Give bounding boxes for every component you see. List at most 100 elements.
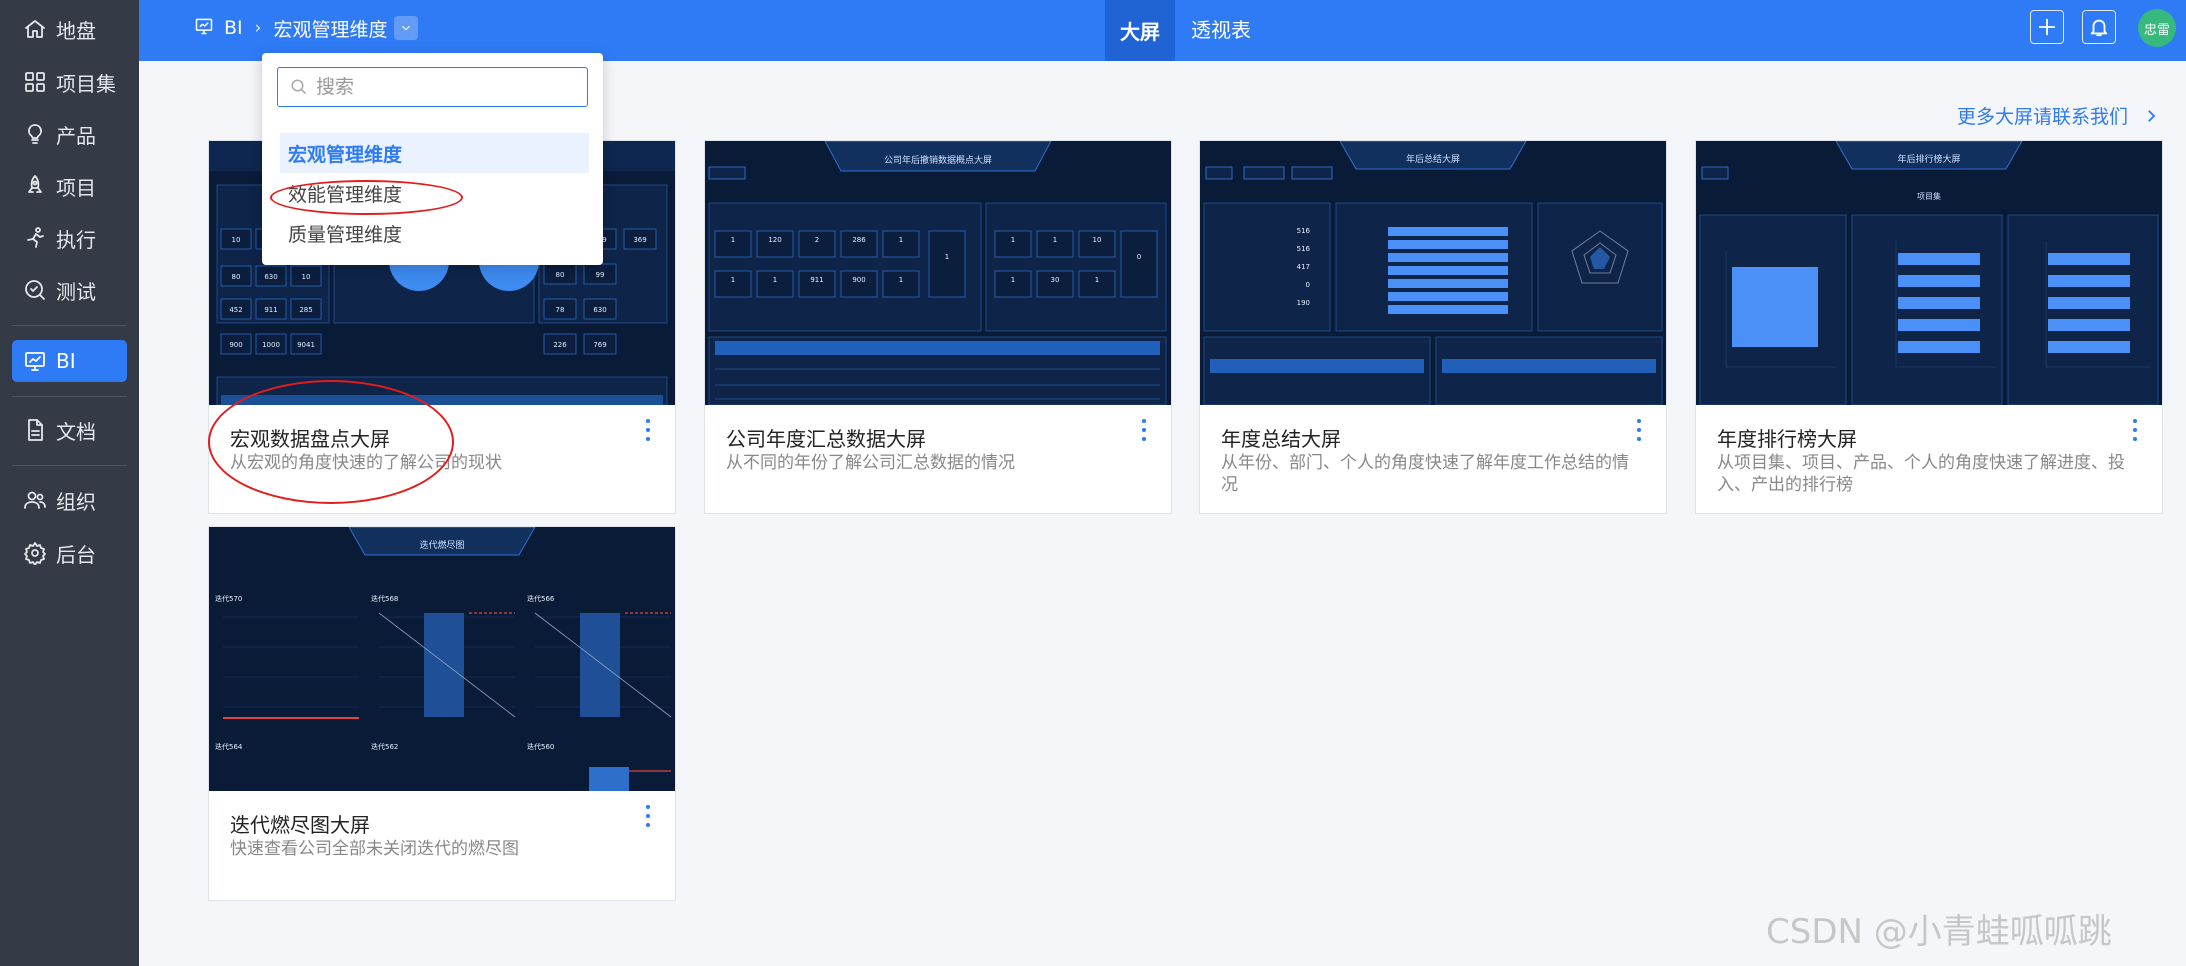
svg-text:1000: 1000 (262, 341, 280, 349)
dropdown-option-macro[interactable]: 宏观管理维度 (280, 133, 589, 173)
svg-text:迭代570: 迭代570 (215, 594, 242, 603)
card-title: 年度排行榜大屏 (1717, 427, 1857, 451)
svg-text:78: 78 (556, 306, 565, 314)
sidebar-item-label: 执行 (56, 227, 96, 252)
svg-text:0: 0 (1137, 253, 1141, 261)
sidebar-item-product[interactable]: 产品 (12, 113, 127, 155)
svg-text:286: 286 (852, 236, 866, 244)
breadcrumb: BI › 宏观管理维度 (194, 0, 419, 56)
svg-text:911: 911 (810, 276, 823, 284)
svg-text:452: 452 (229, 306, 242, 314)
svg-text:1: 1 (1011, 236, 1015, 244)
card-more-menu-icon[interactable] (2130, 417, 2140, 443)
thumb-title: 年后总结大屏 (1406, 153, 1460, 165)
breadcrumb-module[interactable]: BI (224, 17, 243, 39)
sidebar: 地盘 项目集 产品 项目 执行 测试 BI 文档 组织 后台 (0, 0, 139, 966)
card-thumbnail: 年后排行榜大屏 项目集 (1696, 141, 2162, 405)
chevron-right-icon (2148, 109, 2156, 122)
card-more-menu-icon[interactable] (643, 803, 653, 829)
sidebar-item-program[interactable]: 项目集 (12, 61, 127, 103)
sidebar-divider (12, 325, 127, 326)
notification-button[interactable] (2082, 10, 2116, 44)
dimension-dropdown-toggle[interactable] (394, 16, 419, 40)
chevron-down-icon (402, 25, 411, 31)
bulb-icon (22, 121, 48, 147)
svg-text:1: 1 (731, 236, 735, 244)
users-icon (22, 487, 48, 513)
dashboard-card-annual-summary[interactable]: 公司年后撤销数据概点大屏 1 120 2 286 1 1 1 911 900 1 1 1 1 10 0 (704, 140, 1172, 514)
svg-text:0: 0 (1306, 281, 1310, 289)
dropdown-option-quality[interactable]: 质量管理维度 (280, 213, 589, 253)
svg-text:1: 1 (773, 276, 777, 284)
svg-text:190: 190 (1297, 299, 1310, 307)
svg-text:30: 30 (1051, 276, 1060, 284)
dropdown-search-input[interactable] (316, 76, 566, 98)
svg-text:630: 630 (264, 273, 277, 281)
card-title: 宏观数据盘点大屏 (230, 427, 390, 451)
svg-text:迭代560: 迭代560 (527, 742, 554, 751)
card-description: 从宏观的角度快速的了解公司的现状 (230, 453, 502, 473)
svg-text:99: 99 (596, 271, 605, 279)
thumb-subtitle: 项目集 (1917, 191, 1941, 201)
sidebar-item-project[interactable]: 项目 (12, 165, 127, 207)
dimension-dropdown: 宏观管理维度 效能管理维度 质量管理维度 (262, 53, 603, 265)
dropdown-option-efficiency[interactable]: 效能管理维度 (280, 173, 589, 213)
sidebar-item-label: 地盘 (56, 18, 96, 43)
dashboard-card-burndown[interactable]: 迭代燃尽图 迭代570 迭代568 迭代566 迭代564 迭代562 迭代56… (208, 526, 676, 901)
svg-text:1: 1 (731, 276, 735, 284)
test-icon (22, 277, 48, 303)
search-icon (291, 79, 307, 95)
sidebar-item-test[interactable]: 测试 (12, 269, 127, 311)
app-root: 地盘 项目集 产品 项目 执行 测试 BI 文档 组织 后台 BI › 宏观管理… (0, 0, 2186, 966)
breadcrumb-dimension[interactable]: 宏观管理维度 (273, 15, 387, 42)
sidebar-item-bi[interactable]: BI (12, 340, 127, 382)
svg-text:1: 1 (1011, 276, 1015, 284)
sidebar-item-org[interactable]: 组织 (12, 479, 127, 521)
chevron-right-icon: › (254, 18, 262, 38)
tab-pivot[interactable]: 透视表 (1191, 0, 1251, 56)
svg-text:630: 630 (593, 306, 606, 314)
svg-text:516: 516 (1297, 245, 1311, 253)
home-icon (22, 16, 48, 42)
svg-text:迭代564: 迭代564 (215, 742, 243, 751)
card-description: 从项目集、项目、产品、个人的角度快速了解进度、投入、产出的排行榜 (1717, 453, 2125, 495)
svg-text:516: 516 (1297, 227, 1311, 235)
avatar[interactable]: 忠雷 (2138, 9, 2176, 47)
card-more-menu-icon[interactable] (643, 417, 653, 443)
dropdown-search-box[interactable] (277, 67, 588, 107)
svg-text:1: 1 (899, 236, 903, 244)
svg-text:迭代566: 迭代566 (527, 594, 555, 603)
card-title: 公司年度汇总数据大屏 (726, 427, 926, 451)
sidebar-item-admin[interactable]: 后台 (12, 532, 127, 574)
run-icon (22, 225, 48, 251)
svg-text:900: 900 (229, 341, 242, 349)
card-more-menu-icon[interactable] (1139, 417, 1149, 443)
sidebar-item-home[interactable]: 地盘 (12, 8, 127, 50)
thumb-title: 年后排行榜大屏 (1897, 153, 1960, 165)
contact-more-link[interactable]: 更多大屏请联系我们 (1957, 102, 2160, 129)
sidebar-item-label: BI (56, 349, 76, 373)
chart-icon (22, 348, 48, 374)
card-more-menu-icon[interactable] (1634, 417, 1644, 443)
card-title: 迭代燃尽图大屏 (230, 813, 370, 837)
dashboard-card-annual-review[interactable]: 年后总结大屏 516 516 417 0 190 年度总结大屏 从年份、部门、个… (1199, 140, 1667, 514)
svg-text:226: 226 (553, 341, 567, 349)
sidebar-item-label: 组织 (56, 489, 96, 514)
contact-more-text: 更多大屏请联系我们 (1957, 106, 2129, 128)
bi-module-icon (194, 16, 214, 41)
sidebar-item-label: 项目 (56, 175, 96, 200)
add-button[interactable] (2030, 10, 2064, 44)
svg-text:迭代568: 迭代568 (371, 594, 398, 603)
sidebar-item-label: 产品 (56, 123, 96, 148)
sidebar-item-execution[interactable]: 执行 (12, 217, 127, 259)
tab-bigscreen[interactable]: 大屏 (1105, 0, 1175, 61)
sidebar-divider (12, 396, 127, 397)
sidebar-item-doc[interactable]: 文档 (12, 409, 127, 451)
rocket-icon (22, 173, 48, 199)
thumb-title: 公司年后撤销数据概点大屏 (884, 154, 992, 166)
dashboard-card-ranking[interactable]: 年后排行榜大屏 项目集 年度排行榜大屏 从项目集、项目、产品、个人的角度快速了解… (1695, 140, 2163, 514)
card-thumbnail: 公司年后撤销数据概点大屏 1 120 2 286 1 1 1 911 900 1 1 1 1 10 0 (705, 141, 1171, 405)
doc-icon (22, 417, 48, 443)
top-header: BI › 宏观管理维度 大屏 透视表 忠雷 (139, 0, 2186, 61)
sidebar-divider (12, 465, 127, 466)
